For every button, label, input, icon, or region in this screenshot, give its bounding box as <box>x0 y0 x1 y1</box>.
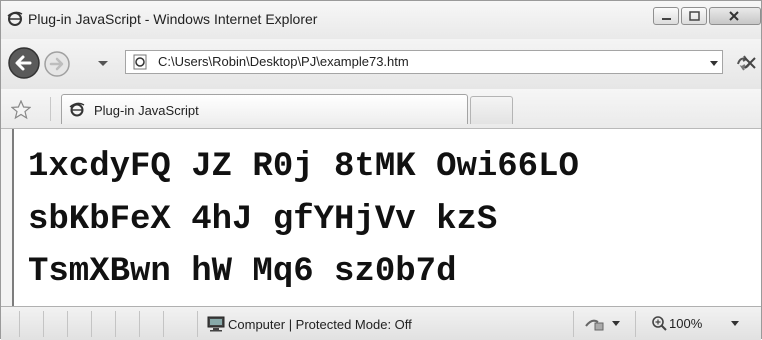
address-url: C:\Users\Robin\Desktop\PJ\example73.htm <box>158 54 409 69</box>
maximize-icon <box>689 11 700 21</box>
address-dropdown-icon[interactable] <box>709 60 719 68</box>
title-bar: Plug-in JavaScript - Windows Internet Ex… <box>1 1 761 39</box>
minimize-icon <box>662 18 671 20</box>
content-line: sbKbFeX 4hJ gfYHjVv kzS <box>28 201 498 239</box>
zone-dropdown-icon[interactable] <box>611 320 621 328</box>
magnifier-icon[interactable] <box>651 315 667 331</box>
zoom-dropdown-icon[interactable] <box>730 320 740 328</box>
status-separator <box>115 311 116 337</box>
content-line: TsmXBwn hW Mq6 sz0b7d <box>28 253 457 291</box>
tab-plug-in-javascript[interactable]: Plug-in JavaScript <box>61 94 468 124</box>
status-separator <box>635 311 636 337</box>
close-icon <box>729 11 739 21</box>
security-zone-icon[interactable] <box>584 316 606 332</box>
status-separator <box>163 311 164 337</box>
close-button[interactable] <box>709 7 761 25</box>
content-line: 1xcdyFQ JZ R0j 8tMK Owi66LO <box>28 148 579 186</box>
status-separator <box>91 311 92 337</box>
computer-icon <box>207 316 225 332</box>
status-separator <box>573 311 574 337</box>
minimize-button[interactable] <box>653 7 679 25</box>
ie-logo-icon <box>7 11 23 26</box>
status-text: Computer | Protected Mode: Off <box>228 317 412 332</box>
page-icon <box>133 54 147 70</box>
ie-logo-icon <box>69 102 85 117</box>
status-separator <box>197 311 198 337</box>
back-arrow-icon[interactable] <box>7 46 41 80</box>
toolbar-separator <box>50 97 51 121</box>
status-bar: Computer | Protected Mode: Off 100% <box>1 306 761 340</box>
navigation-bar: C:\Users\Robin\Desktop\PJ\example73.htm <box>1 39 761 89</box>
forward-arrow-icon[interactable] <box>43 50 71 78</box>
address-bar[interactable]: C:\Users\Robin\Desktop\PJ\example73.htm <box>125 50 723 74</box>
stop-icon[interactable] <box>743 56 757 70</box>
zoom-level[interactable]: 100% <box>669 316 702 331</box>
status-separator <box>139 311 140 337</box>
maximize-button[interactable] <box>681 7 707 25</box>
star-icon[interactable] <box>11 100 31 120</box>
status-separator <box>19 311 20 337</box>
page-content: 1xcdyFQ JZ R0j 8tMK Owi66LO sbKbFeX 4hJ … <box>12 129 761 306</box>
status-separator <box>43 311 44 337</box>
browser-window: Plug-in JavaScript - Windows Internet Ex… <box>0 0 762 340</box>
tab-label: Plug-in JavaScript <box>94 103 199 118</box>
new-tab-button[interactable] <box>470 96 513 124</box>
window-title: Plug-in JavaScript - Windows Internet Ex… <box>28 11 318 27</box>
status-separator <box>67 311 68 337</box>
recent-pages-dropdown-icon[interactable] <box>97 60 109 68</box>
tab-bar: Plug-in JavaScript <box>1 89 761 129</box>
